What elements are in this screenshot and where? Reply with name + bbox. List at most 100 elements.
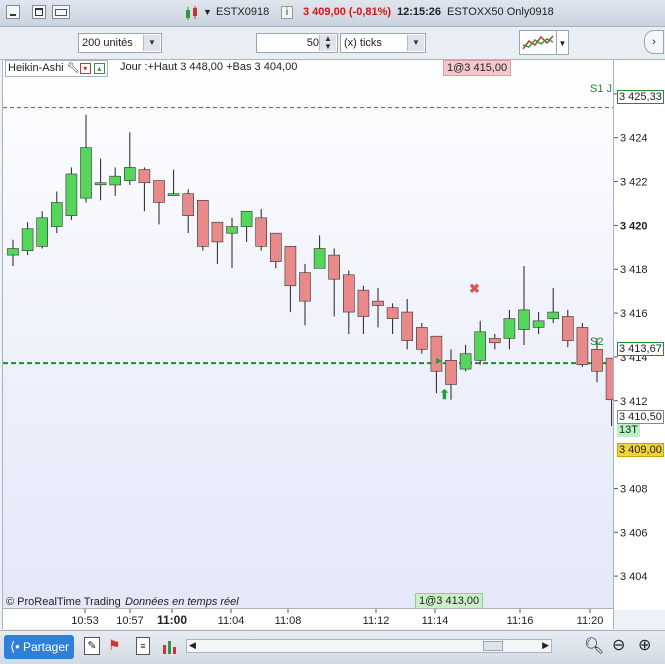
ticks-unit-select[interactable]: (x) ticks ▼ <box>340 33 426 53</box>
candle <box>167 169 180 197</box>
maximize-button[interactable] <box>32 5 46 19</box>
candle <box>328 248 341 317</box>
units-select[interactable]: 200 unités ▼ <box>78 33 162 53</box>
candle <box>153 180 165 225</box>
candle-body <box>532 320 545 328</box>
candle <box>605 357 613 427</box>
remove-indicator-icon[interactable]: ▾ <box>79 62 91 74</box>
minimize-button[interactable] <box>6 5 20 19</box>
x-tick-label: 11:04 <box>218 615 245 627</box>
instrument-name[interactable]: ESTX0918 <box>216 6 269 18</box>
candle <box>240 210 253 242</box>
candle <box>401 298 414 350</box>
candle-body <box>284 246 297 287</box>
candle-body <box>474 331 487 361</box>
candle <box>372 287 384 328</box>
list-icon[interactable]: ≡ <box>136 637 150 655</box>
last-close-box: 3 410,50 <box>617 410 664 424</box>
chart-toolbar: 200 unités ▼ 50 ▲ ▼ (x) ticks ▼ ▼ › <box>0 27 665 60</box>
candle <box>299 263 311 326</box>
candle-body <box>386 307 399 319</box>
candle-body <box>269 232 282 262</box>
candle-body <box>36 217 49 247</box>
candle <box>269 232 282 269</box>
candle <box>357 285 370 334</box>
price-chart[interactable]: Heikin-Ashi 🔧︎ ▾ ▴ Jour :+Haut 3 448,00 … <box>2 59 614 609</box>
candlestick-icon[interactable] <box>185 5 199 21</box>
ticks-count-stepper[interactable]: 50 ▲ ▼ <box>256 33 338 53</box>
order-label-top[interactable]: 1@3 415,00 <box>443 60 512 76</box>
candle-body <box>576 327 589 365</box>
candle-body <box>488 338 501 344</box>
close-position-icon[interactable]: ✖ <box>469 281 480 297</box>
candle-body <box>153 180 165 203</box>
x-tick-label: 11:12 <box>363 615 390 627</box>
candle <box>255 209 267 251</box>
scroll-right-icon[interactable]: ▶ <box>542 640 549 651</box>
volume-bars-icon[interactable] <box>162 637 180 655</box>
candle-body <box>445 360 457 385</box>
drawing-tools-icon[interactable]: ✎ <box>84 637 100 655</box>
candle <box>226 217 238 269</box>
indicators-icon[interactable]: ⚑ <box>108 637 124 655</box>
chart-style-icon <box>522 35 554 50</box>
candle <box>313 235 326 269</box>
y-tick-label: 3 416 <box>620 308 648 320</box>
chart-type-dropdown[interactable]: ▼ <box>557 30 569 55</box>
candle-body <box>401 311 414 341</box>
candle-body <box>94 182 107 186</box>
wrench-icon[interactable]: 🔧︎ <box>67 63 80 74</box>
entry-marker-icon: ▶ <box>436 356 443 365</box>
chart-type-button[interactable] <box>519 30 557 55</box>
candle-body <box>255 217 267 247</box>
x-tick-label: 11:16 <box>507 615 534 627</box>
candle-body <box>357 289 370 317</box>
candle <box>65 167 78 221</box>
candle-body <box>7 248 19 256</box>
candle-body <box>240 210 253 227</box>
candle-body <box>124 167 136 181</box>
scroll-left-icon[interactable]: ◀ <box>189 640 196 651</box>
candle-body <box>182 193 194 216</box>
candle-body <box>459 353 472 370</box>
price-axis[interactable]: 3 4263 4243 4223 4203 4183 4163 4143 412… <box>614 59 665 610</box>
candle <box>50 191 63 234</box>
candle-body <box>372 300 384 306</box>
chevron-down-icon[interactable]: ▼ <box>407 35 424 51</box>
order-label-bottom[interactable]: 1@3 413,00 <box>415 593 484 608</box>
indicator-name: Heikin-Ashi <box>8 62 64 74</box>
candlestick-chart[interactable] <box>3 60 613 608</box>
s2-value-box: 3 413,67 <box>617 342 664 356</box>
current-price-badge: 3 409,00 <box>617 443 664 457</box>
share-button[interactable]: ⟨• Partager <box>4 635 74 659</box>
x-tick-label: 11:08 <box>275 615 302 627</box>
info-button[interactable]: i <box>281 6 293 19</box>
zoom-in-icon[interactable]: ⊕ <box>638 635 651 655</box>
copyright: © ProRealTime Trading <box>6 596 121 608</box>
keyboard-icon[interactable] <box>52 5 70 19</box>
indicator-tag[interactable]: Heikin-Ashi 🔧︎ ▾ ▴ <box>5 60 108 77</box>
units-value: 200 unités <box>82 37 133 49</box>
candle-body <box>591 349 603 372</box>
x-tick-label: 10:53 <box>71 615 99 627</box>
candle-body <box>430 335 443 372</box>
contract-name: ESTOXX50 Only0918 <box>447 6 554 18</box>
price-axis-ticks: 3 4263 4243 4223 4203 4183 4163 4143 412… <box>614 89 648 583</box>
chevron-down-icon[interactable]: ▼ <box>143 35 160 51</box>
horizontal-scrollbar[interactable]: ◀ ▶ <box>186 639 552 653</box>
collapse-panel-button[interactable]: › <box>644 30 664 54</box>
zoom-out-icon[interactable]: ⊖ <box>612 635 625 655</box>
move-indicator-icon[interactable]: ▴ <box>93 62 105 74</box>
instrument-dropdown-arrow[interactable]: ▼ <box>203 7 212 17</box>
price-change: 3 409,00 (-0,81%) <box>303 6 392 18</box>
candle <box>21 222 34 256</box>
zoom-reset-icon[interactable]: 🔍︎ <box>584 636 604 656</box>
scrollbar-thumb[interactable] <box>483 641 503 651</box>
time-axis[interactable]: 10:53 10:57 11:00 11:04 11:08 11:12 11:14 11:16… <box>2 609 614 629</box>
stepper-arrows-icon[interactable]: ▲ ▼ <box>319 35 336 51</box>
y-tick-label: 3 404 <box>620 571 648 583</box>
candle <box>459 344 472 372</box>
x-tick-label: 10:57 <box>116 615 144 627</box>
candle <box>182 189 194 234</box>
y-tick-label: 3 420 <box>620 220 648 232</box>
